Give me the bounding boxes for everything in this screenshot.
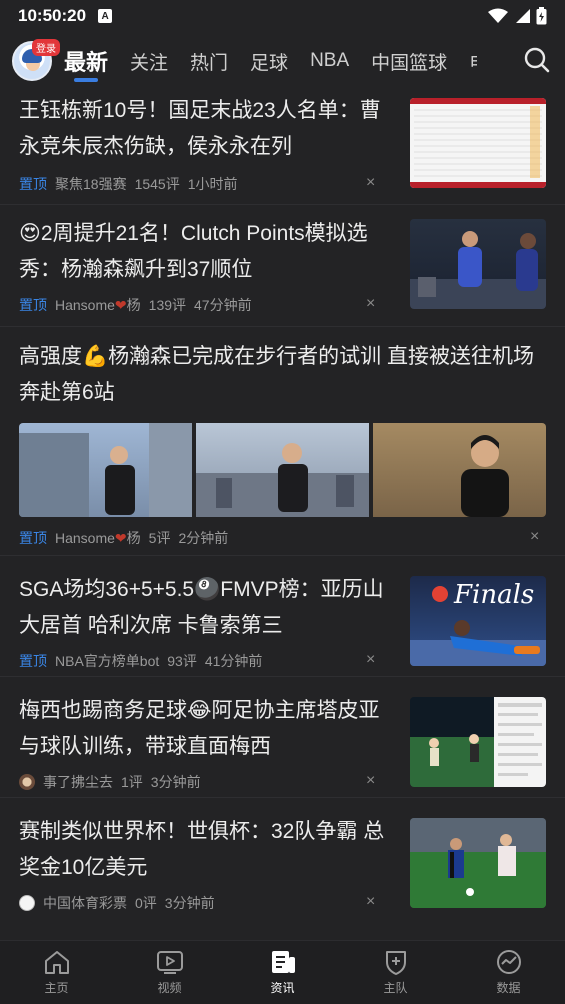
football-training-image: [410, 697, 546, 787]
home-icon: [44, 951, 69, 974]
football-match-image: [410, 818, 546, 908]
bottom-nav: 主页 视频 资讯 主队 数据: [0, 940, 565, 1004]
timestamp: 41分钟前: [204, 653, 263, 669]
nav-home[interactable]: 主页: [0, 941, 113, 1004]
wifi-icon: [488, 8, 508, 23]
news-meta: 置顶 聚焦18强赛 1545评 1小时前: [19, 174, 238, 194]
news-meta: 事了拂尘去 1评 3分钟前: [19, 772, 201, 792]
login-badge[interactable]: 登录: [32, 39, 60, 56]
news-image-3[interactable]: [373, 423, 546, 517]
signal-icon: [516, 9, 530, 23]
player-portrait-image: [461, 435, 509, 517]
author[interactable]: Hansome❤杨: [55, 295, 141, 315]
comment-count: 5评: [148, 530, 171, 546]
nav-news[interactable]: 资讯: [226, 941, 339, 1004]
news-thumbnail[interactable]: [410, 98, 546, 188]
comment-count: 1545评: [134, 176, 180, 192]
timestamp: 3分钟前: [150, 774, 201, 790]
author[interactable]: Hansome❤杨: [55, 528, 141, 548]
author[interactable]: NBA官方榜单bot: [55, 651, 159, 671]
news-item[interactable]: 高强度💪杨瀚森已完成在步行者的试训 直接被送往机场 奔赴第6站 置顶 Hanso…: [0, 327, 565, 556]
author[interactable]: 聚焦18强赛: [55, 174, 127, 194]
timestamp: 47分钟前: [194, 297, 252, 313]
news-feed: 王钰栋新10号！国足末战23人名单：曹 永竞朱辰杰伤缺，侯永永在列 置顶 聚焦1…: [0, 88, 565, 940]
data-chart-icon: [496, 950, 521, 974]
news-thumbnail[interactable]: [410, 818, 546, 908]
news-title[interactable]: 赛制类似世界杯！世俱杯：32队争霸 总 奖金10亿美元: [19, 814, 399, 886]
player-airport-image: [196, 443, 369, 517]
author-avatar[interactable]: [19, 895, 35, 911]
tab-nba[interactable]: NBA: [310, 34, 349, 88]
user-avatar[interactable]: 登录: [12, 39, 60, 81]
tab-more-partial[interactable]: 电: [469, 34, 477, 88]
news-thumbnail[interactable]: [410, 219, 546, 309]
comment-count: 1评: [121, 774, 143, 790]
comment-count: 93评: [167, 653, 197, 669]
news-meta: 置顶 NBA官方榜单bot 93评 41分钟前: [19, 651, 262, 671]
author[interactable]: 中国体育彩票: [43, 893, 127, 913]
tab-football[interactable]: 足球: [250, 34, 288, 88]
nav-team[interactable]: 主队: [339, 941, 452, 1004]
news-meta: 置顶 Hansome❤杨 5评 2分钟前: [19, 528, 228, 548]
basketball-player-image: [410, 231, 546, 309]
dismiss-icon[interactable]: ×: [366, 651, 375, 669]
pinned-label: 置顶: [19, 176, 47, 192]
news-meta: 置顶 Hansome❤杨 139评 47分钟前: [19, 295, 252, 315]
dismiss-icon[interactable]: ×: [530, 528, 539, 546]
pinned-label: 置顶: [19, 530, 47, 546]
nav-data[interactable]: 数据: [452, 941, 565, 1004]
tab-china-basketball[interactable]: 中国篮球: [371, 34, 447, 88]
news-title[interactable]: 😍2周提升21名！Clutch Points模拟选 秀：杨瀚森飙升到37顺位: [19, 216, 399, 288]
news-item[interactable]: 王钰栋新10号！国足末战23人名单：曹 永竞朱辰杰伤缺，侯永永在列 置顶 聚焦1…: [0, 88, 565, 205]
comment-count: 0评: [135, 895, 157, 911]
player-building-image: [19, 423, 192, 517]
timestamp: 1小时前: [187, 176, 238, 192]
status-bar: 10:50:20 A: [0, 0, 565, 32]
news-item[interactable]: 😍2周提升21名！Clutch Points模拟选 秀：杨瀚森飙升到37顺位 置…: [0, 205, 565, 327]
heart-icon: ❤: [114, 530, 127, 546]
team-shield-icon: [385, 951, 406, 975]
status-time: 10:50:20: [18, 6, 87, 25]
timestamp: 2分钟前: [178, 530, 229, 546]
news-meta: 中国体育彩票 0评 3分钟前: [19, 893, 215, 913]
news-title[interactable]: 梅西也踢商务足球😂阿足协主席塔皮亚 与球队训练，带球直面梅西: [19, 693, 399, 765]
dismiss-icon[interactable]: ×: [366, 295, 375, 313]
pinned-label: 置顶: [19, 653, 47, 669]
news-image-1[interactable]: [19, 423, 192, 517]
news-title[interactable]: 王钰栋新10号！国足末战23人名单：曹 永竞朱辰杰伤缺，侯永永在列: [19, 93, 399, 165]
news-item[interactable]: SGA场均36+5+5.5🎱FMVP榜：亚历山 大居首 哈利次席 卡鲁索第三 置…: [0, 556, 565, 677]
video-icon: [156, 951, 183, 974]
tab-latest[interactable]: 最新: [64, 34, 108, 88]
dismiss-icon[interactable]: ×: [366, 174, 375, 192]
tab-following[interactable]: 关注: [130, 34, 168, 88]
tab-hot[interactable]: 热门: [190, 34, 228, 88]
notification-a-icon: A: [98, 9, 113, 23]
battery-icon: [536, 7, 547, 25]
finals-player-image: [410, 586, 546, 666]
news-thumbnail[interactable]: [410, 697, 546, 787]
dismiss-icon[interactable]: ×: [366, 772, 375, 790]
news-title[interactable]: 高强度💪杨瀚森已完成在步行者的试训 直接被送往机场 奔赴第6站: [19, 339, 554, 411]
heart-icon: ❤: [114, 297, 127, 313]
news-image-2[interactable]: [196, 423, 369, 517]
news-thumbnail[interactable]: Finals: [410, 576, 546, 666]
author[interactable]: 事了拂尘去: [43, 772, 113, 792]
timestamp: 3分钟前: [164, 895, 215, 911]
news-item[interactable]: 赛制类似世界杯！世俱杯：32队争霸 总 奖金10亿美元 中国体育彩票 0评 3分…: [0, 798, 565, 940]
top-nav: 登录 最新 关注 热门 足球 NBA 中国篮球 电: [0, 34, 565, 88]
search-icon[interactable]: [523, 46, 551, 74]
comment-count: 139评: [148, 297, 187, 313]
news-title[interactable]: SGA场均36+5+5.5🎱FMVP榜：亚历山 大居首 哈利次席 卡鲁索第三: [19, 572, 399, 644]
pinned-label: 置顶: [19, 297, 47, 313]
news-item[interactable]: 梅西也踢商务足球😂阿足协主席塔皮亚 与球队训练，带球直面梅西 事了拂尘去 1评 …: [0, 677, 565, 798]
nav-video[interactable]: 视频: [113, 941, 226, 1004]
category-tabs: 最新 关注 热门 足球 NBA 中国篮球 电: [64, 34, 477, 88]
roster-table-image: [410, 98, 546, 188]
status-icons: [488, 7, 547, 25]
author-avatar[interactable]: [19, 774, 35, 790]
news-icon: [271, 951, 295, 973]
dismiss-icon[interactable]: ×: [366, 893, 375, 911]
